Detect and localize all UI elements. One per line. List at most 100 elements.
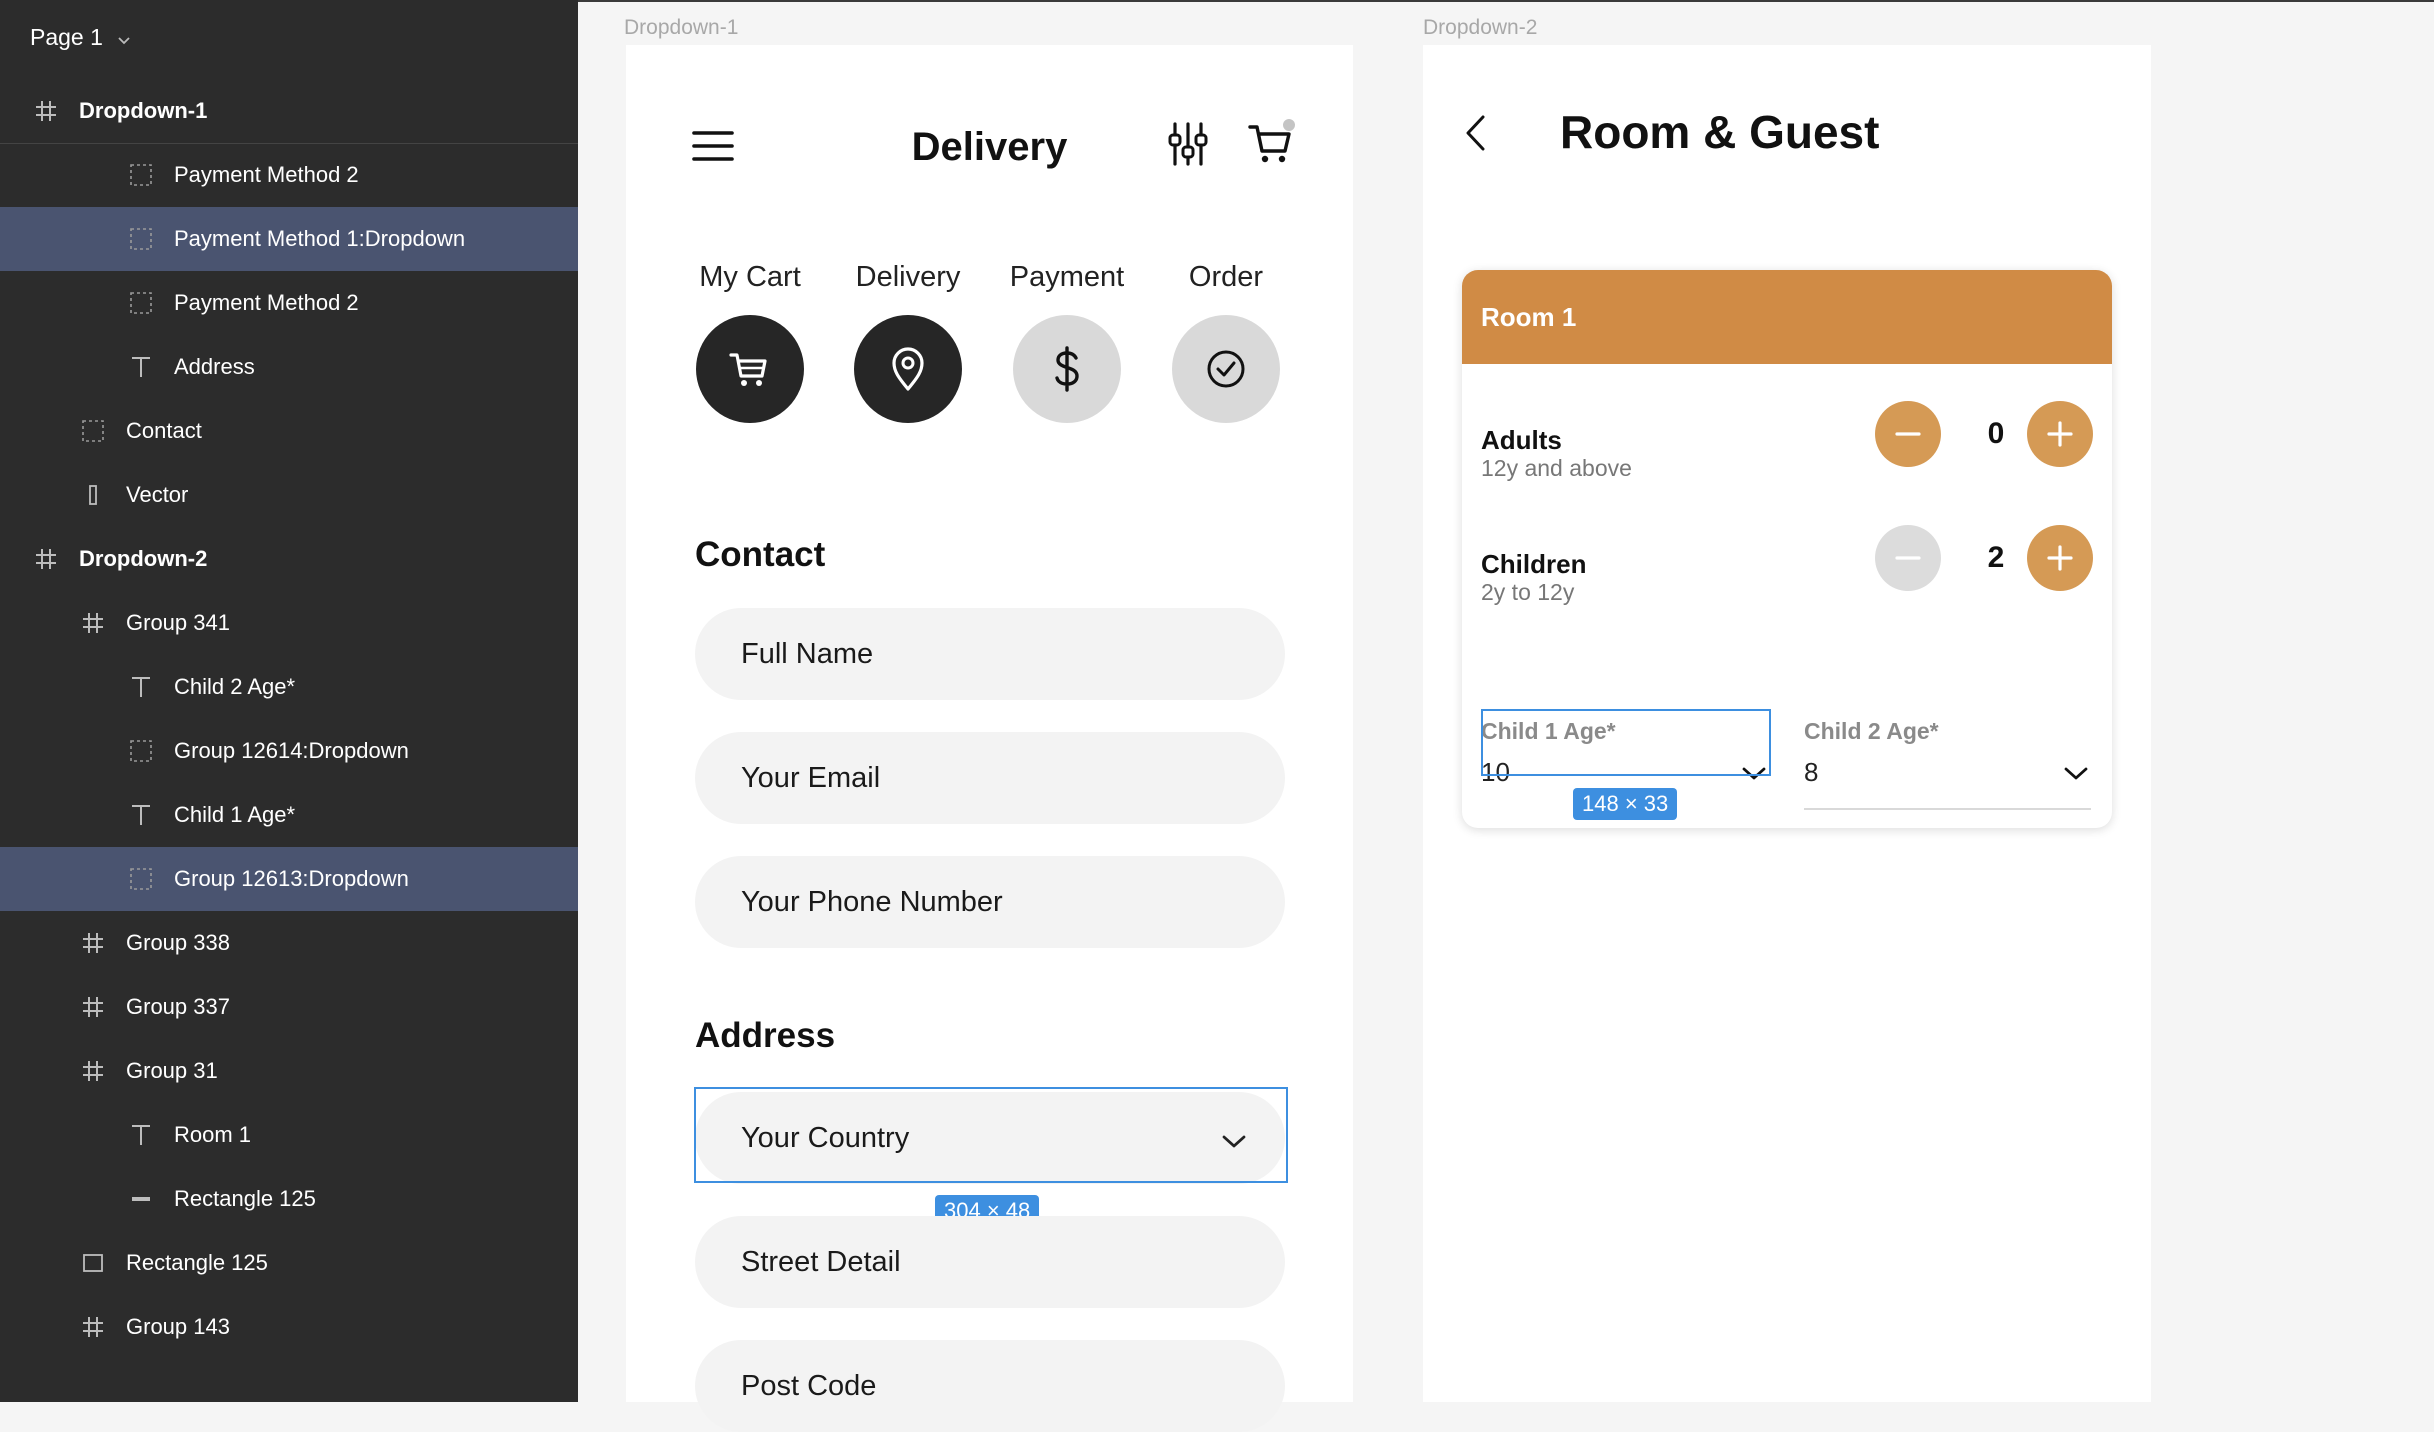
adults-sub: 12y and above	[1481, 455, 1632, 481]
canvas-top-border	[578, 0, 2434, 2]
address-title: Address	[695, 1016, 836, 1055]
layer-label: Address	[174, 354, 255, 379]
layer-row[interactable]: Group 337	[0, 975, 578, 1039]
layer-label: Rectangle 125	[174, 1186, 316, 1211]
step-button[interactable]	[1172, 315, 1280, 423]
layer-row[interactable]: Group 338	[0, 911, 578, 975]
layer-row[interactable]: Room 1	[0, 1103, 578, 1167]
layer-row[interactable]: Payment Method 1:Dropdown	[0, 207, 578, 271]
adults-count: 0	[1987, 417, 2005, 450]
phone-input[interactable]: Your Phone Number	[695, 856, 1285, 948]
frame-icon	[80, 994, 106, 1020]
post-code-input[interactable]: Post Code	[695, 1340, 1285, 1432]
layer-label: Group 143	[126, 1314, 230, 1339]
layer-label: Child 2 Age*	[174, 674, 296, 699]
child-2-age-dropdown[interactable]: 8	[1804, 753, 2094, 817]
step-label: Delivery	[855, 261, 961, 293]
page-title: Delivery	[911, 125, 1068, 169]
layer-row[interactable]: Vector	[0, 463, 578, 527]
children-plus-button[interactable]	[2027, 525, 2093, 591]
child-2-age-underline	[1804, 808, 2091, 810]
frame-dropdown-1[interactable]: Delivery My Cart Delivery Payment Order Con…	[626, 45, 1353, 1432]
text-icon	[128, 674, 154, 700]
text-icon	[128, 1122, 154, 1148]
layer-label: Dropdown-2	[79, 546, 208, 571]
layer-label: Payment Method 2	[174, 290, 359, 315]
component-instance-icon	[128, 866, 154, 892]
children-sub: 2y to 12y	[1481, 579, 1575, 605]
contact-title: Contact	[695, 535, 826, 574]
children-count: 2	[1987, 541, 2005, 574]
adults-minus-button[interactable]	[1875, 401, 1941, 467]
layer-row[interactable]: Group 12613:Dropdown	[0, 847, 578, 911]
chevron-down-icon	[2063, 765, 2089, 788]
design-canvas[interactable]: Dropdown-1 Delivery My Cart Delivery Payme…	[578, 0, 2434, 1432]
page-title: Room & Guest	[1560, 106, 1880, 158]
chevron-down-icon	[117, 25, 131, 52]
layer-label: Group 338	[126, 930, 230, 955]
layer-label: Group 337	[126, 994, 230, 1019]
frame-dropdown-2[interactable]: Room & Guest Room 1 Adults 12y and above…	[1423, 45, 2151, 1402]
back-arrow-icon[interactable]	[1461, 111, 1489, 160]
layer-row[interactable]: Dropdown-1	[0, 79, 578, 143]
layer-label: Dropdown-1	[79, 98, 208, 123]
child-2-age-value: 8	[1804, 757, 1819, 787]
layer-row[interactable]: Rectangle 125	[0, 1167, 578, 1231]
page-title: Page 1	[30, 24, 103, 50]
layer-row[interactable]: Child 1 Age*	[0, 783, 578, 847]
selection-outline	[694, 1087, 1288, 1183]
minus-icon	[1895, 432, 1921, 436]
step-button[interactable]	[854, 315, 962, 423]
step-button[interactable]	[696, 315, 804, 423]
layer-label: Room 1	[174, 1122, 252, 1147]
layer-row[interactable]: Address	[0, 335, 578, 399]
vector-icon	[80, 482, 106, 508]
layer-label: Group 12614:Dropdown	[174, 738, 409, 763]
adults-label: Adults	[1481, 425, 1562, 455]
adults-plus-button[interactable]	[2027, 401, 2093, 467]
step-button[interactable]	[1013, 315, 1121, 423]
location-pin-icon	[886, 345, 930, 393]
layer-row[interactable]: Group 31	[0, 1039, 578, 1103]
layer-row[interactable]: Child 2 Age*	[0, 655, 578, 719]
layer-label: Payment Method 2	[174, 162, 359, 187]
email-input[interactable]: Your Email	[695, 732, 1285, 824]
frame-icon	[33, 546, 59, 572]
layer-label: Payment Method 1:Dropdown	[174, 226, 466, 251]
step-label: Order	[1188, 261, 1264, 293]
full-name-input[interactable]: Full Name	[695, 608, 1285, 700]
rectangle-icon	[80, 1250, 106, 1276]
layer-label: Group 31	[126, 1058, 218, 1083]
component-instance-icon	[128, 226, 154, 252]
layer-row[interactable]: Payment Method 2	[0, 271, 578, 335]
plus-icon	[2047, 545, 2073, 571]
layer-row[interactable]: Contact	[0, 399, 578, 463]
children-label: Children	[1481, 549, 1587, 579]
children-minus-button[interactable]	[1875, 525, 1941, 591]
cart-icon[interactable]	[1246, 117, 1298, 174]
layer-label: Child 1 Age*	[174, 802, 296, 827]
layer-row[interactable]: Group 341	[0, 591, 578, 655]
frame-label-dropdown-2[interactable]: Dropdown-2	[1423, 16, 1537, 40]
page-selector[interactable]: Page 1	[30, 24, 131, 52]
layer-row[interactable]: Group 12614:Dropdown	[0, 719, 578, 783]
component-instance-icon	[128, 738, 154, 764]
layer-row[interactable]: Dropdown-2	[0, 527, 578, 591]
text-icon	[128, 354, 154, 380]
frame-label-dropdown-1[interactable]: Dropdown-1	[624, 16, 738, 40]
street-detail-input[interactable]: Street Detail	[695, 1216, 1285, 1308]
layer-label: Group 12613:Dropdown	[174, 866, 409, 891]
check-circle-icon	[1204, 347, 1248, 391]
frame-icon	[80, 930, 106, 956]
text-icon	[128, 802, 154, 828]
step-label: My Cart	[699, 261, 801, 293]
layer-row[interactable]: Group 143	[0, 1295, 578, 1359]
frame-icon	[80, 1314, 106, 1340]
layer-row[interactable]: Rectangle 125	[0, 1231, 578, 1295]
filter-sliders-icon[interactable]	[1166, 121, 1210, 172]
child-2-age-label: Child 2 Age*	[1804, 718, 1939, 744]
size-badge: 148 × 33	[1573, 788, 1678, 820]
layer-row[interactable]: Payment Method 2	[0, 143, 578, 207]
plus-icon	[2047, 421, 2073, 447]
frame-icon	[33, 98, 59, 124]
